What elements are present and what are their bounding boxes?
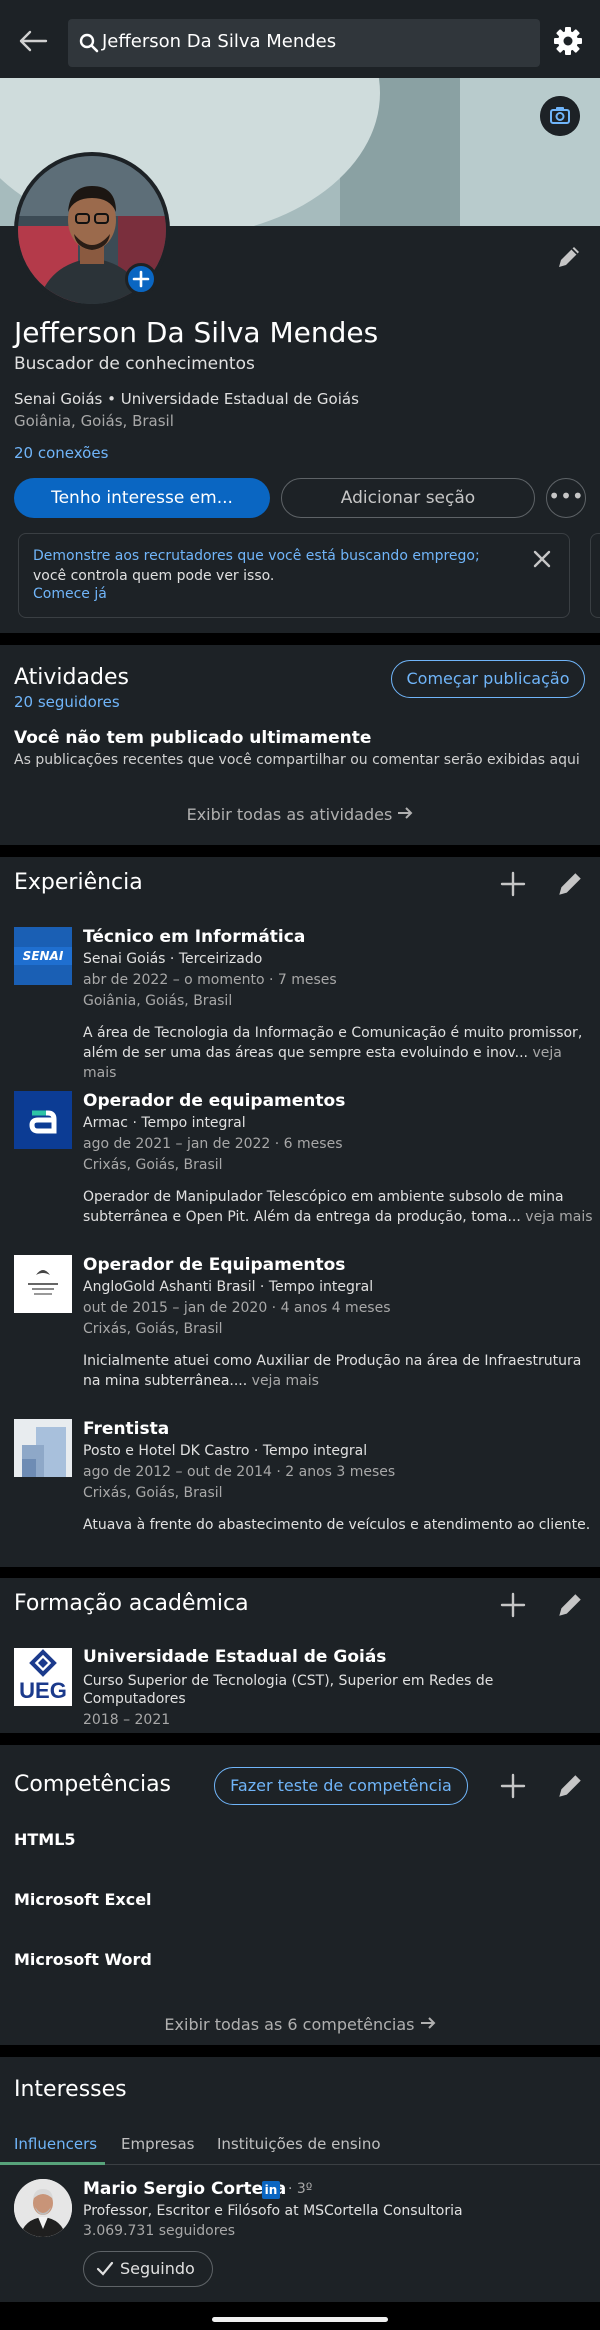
- school-years: 2018 – 2021: [83, 1712, 171, 1728]
- notice-highlight-text: Demonstre aos recrutadores que você está…: [33, 548, 480, 564]
- school-name: Universidade Estadual de Goiás: [83, 1647, 387, 1667]
- job-title: Operador de equipamentos: [83, 1091, 346, 1111]
- avatar: [14, 2179, 72, 2237]
- job-dates: abr de 2022 – o momento · 7 meses: [83, 972, 337, 988]
- company-logo: [14, 1255, 72, 1313]
- show-all-activity-link[interactable]: Exibir todas as atividades: [0, 805, 600, 824]
- arrow-right-icon: [398, 807, 413, 819]
- experience-section: Experiência SENAI Técnico em Informática…: [0, 857, 600, 1567]
- camera-icon[interactable]: [540, 96, 580, 136]
- skills-title: Competências: [14, 1772, 172, 1797]
- notice-text: você controla quem pode ver isso.: [33, 568, 275, 584]
- skill-item[interactable]: HTML5: [14, 1830, 76, 1849]
- more-options-button[interactable]: •••: [546, 478, 586, 518]
- job-location: Crixás, Goiás, Brasil: [83, 1157, 223, 1173]
- activity-title: Atividades: [14, 665, 129, 690]
- add-icon[interactable]: [498, 1590, 528, 1620]
- pencil-icon[interactable]: [555, 869, 585, 899]
- skills-section: Competências Fazer teste de competência …: [0, 1745, 600, 2045]
- influencer-headline: Professor, Escritor e Filósofo at MSCort…: [83, 2203, 463, 2219]
- job-title: Operador de Equipamentos: [83, 1255, 346, 1275]
- job-dates: ago de 2021 – jan de 2022 · 6 meses: [83, 1136, 343, 1152]
- profile-headline: Buscador de conhecimentos: [14, 354, 255, 374]
- back-arrow-icon[interactable]: [16, 24, 50, 58]
- pencil-icon[interactable]: [555, 1590, 585, 1620]
- search-bar[interactable]: Jefferson Da Silva Mendes: [68, 19, 540, 67]
- connections-link[interactable]: 20 conexões: [14, 444, 108, 462]
- profile-location: Goiânia, Goiás, Brasil: [14, 412, 174, 430]
- company-logo: [14, 1091, 72, 1149]
- profile-education-line[interactable]: Senai Goiás • Universidade Estadual de G…: [14, 390, 359, 408]
- education-title: Formação acadêmica: [14, 1591, 249, 1616]
- company-logo: [14, 1419, 72, 1477]
- followers-count[interactable]: 20 seguidores: [14, 693, 120, 711]
- pencil-icon[interactable]: [555, 243, 583, 271]
- plus-icon: [132, 270, 150, 288]
- see-more-link[interactable]: veja mais: [525, 1209, 592, 1225]
- interests-tabs: Influencers Empresas Instituições de ens…: [0, 2125, 600, 2165]
- activity-empty-title: Você não tem publicado ultimamente: [14, 728, 372, 748]
- pencil-icon[interactable]: [555, 1771, 585, 1801]
- education-section: Formação acadêmica UEG Universidade Esta…: [0, 1578, 600, 1733]
- home-indicator[interactable]: [212, 2317, 388, 2322]
- connection-degree: · 3º: [288, 2181, 313, 2197]
- next-notice-peek: [590, 533, 600, 618]
- tab-influencers[interactable]: Influencers: [14, 2135, 97, 2153]
- experience-title: Experiência: [14, 870, 143, 895]
- interests-section: Interesses Influencers Empresas Institui…: [0, 2057, 600, 2302]
- see-more-link[interactable]: veja mais: [252, 1373, 319, 1389]
- job-title: Frentista: [83, 1419, 170, 1439]
- skill-item[interactable]: Microsoft Word: [14, 1950, 152, 1969]
- school-logo: UEG: [14, 1648, 72, 1706]
- skill-test-button[interactable]: Fazer teste de competência: [214, 1767, 468, 1805]
- following-button[interactable]: Seguindo: [83, 2251, 213, 2287]
- influencer-name: Mario Sergio Cortella: [83, 2179, 287, 2199]
- add-photo-button[interactable]: [125, 263, 157, 295]
- job-company: Posto e Hotel DK Castro · Tempo integral: [83, 1443, 368, 1459]
- job-company: Armac · Tempo integral: [83, 1115, 246, 1131]
- job-location: Crixás, Goiás, Brasil: [83, 1321, 223, 1337]
- top-bar: Jefferson Da Silva Mendes: [0, 0, 600, 78]
- job-description: Atuava à frente do abastecimento de veíc…: [83, 1517, 591, 1533]
- linkedin-icon: in: [262, 2181, 280, 2199]
- profile-name: Jefferson Da Silva Mendes: [14, 316, 379, 349]
- checkmark-icon: [96, 2261, 114, 2276]
- company-logo: SENAI: [14, 927, 72, 985]
- notice-start-link[interactable]: Comece já: [33, 586, 107, 602]
- job-dates: ago de 2012 – out de 2014 · 2 anos 3 mes…: [83, 1464, 396, 1480]
- show-all-skills-link[interactable]: Exibir todas as 6 competências: [0, 2015, 600, 2034]
- interests-title: Interesses: [14, 2077, 127, 2102]
- job-dates: out de 2015 – jan de 2020 · 4 anos 4 mes…: [83, 1300, 391, 1316]
- job-description: Operador de Manipulador Telescópico em a…: [83, 1189, 593, 1225]
- open-to-button[interactable]: Tenho interesse em...: [14, 478, 270, 518]
- gear-icon[interactable]: [553, 26, 583, 56]
- skill-item[interactable]: Microsoft Excel: [14, 1890, 152, 1909]
- search-icon: [79, 33, 99, 53]
- add-icon[interactable]: [498, 869, 528, 899]
- arrow-right-icon: [420, 2017, 435, 2029]
- job-description: Inicialmente atuei como Auxiliar de Prod…: [83, 1353, 582, 1389]
- close-icon[interactable]: [531, 548, 553, 570]
- influencer-followers: 3.069.731 seguidores: [83, 2223, 236, 2239]
- job-title: Técnico em Informática: [83, 927, 306, 947]
- tab-schools[interactable]: Instituições de ensino: [217, 2135, 381, 2153]
- tab-companies[interactable]: Empresas: [121, 2135, 195, 2153]
- job-company: Senai Goiás · Terceirizado: [83, 951, 263, 967]
- activity-section: Atividades 20 seguidores Começar publica…: [0, 645, 600, 845]
- active-tab-indicator: [0, 2162, 105, 2165]
- add-icon[interactable]: [498, 1771, 528, 1801]
- open-to-work-notice: Demonstre aos recrutadores que você está…: [18, 533, 570, 618]
- job-location: Crixás, Goiás, Brasil: [83, 1485, 223, 1501]
- start-post-button[interactable]: Começar publicação: [391, 660, 585, 698]
- job-company: AngloGold Ashanti Brasil · Tempo integra…: [83, 1279, 374, 1295]
- job-description: A área de Tecnologia da Informação e Com…: [83, 1025, 583, 1081]
- search-query[interactable]: Jefferson Da Silva Mendes: [102, 31, 336, 52]
- school-degree: Curso Superior de Tecnologia (CST), Supe…: [83, 1673, 494, 1707]
- add-section-button[interactable]: Adicionar seção: [281, 478, 535, 518]
- profile-card: Jefferson Da Silva Mendes Buscador de co…: [0, 78, 600, 633]
- job-location: Goiânia, Goiás, Brasil: [83, 993, 233, 1009]
- activity-empty-desc: As publicações recentes que você compart…: [14, 752, 580, 768]
